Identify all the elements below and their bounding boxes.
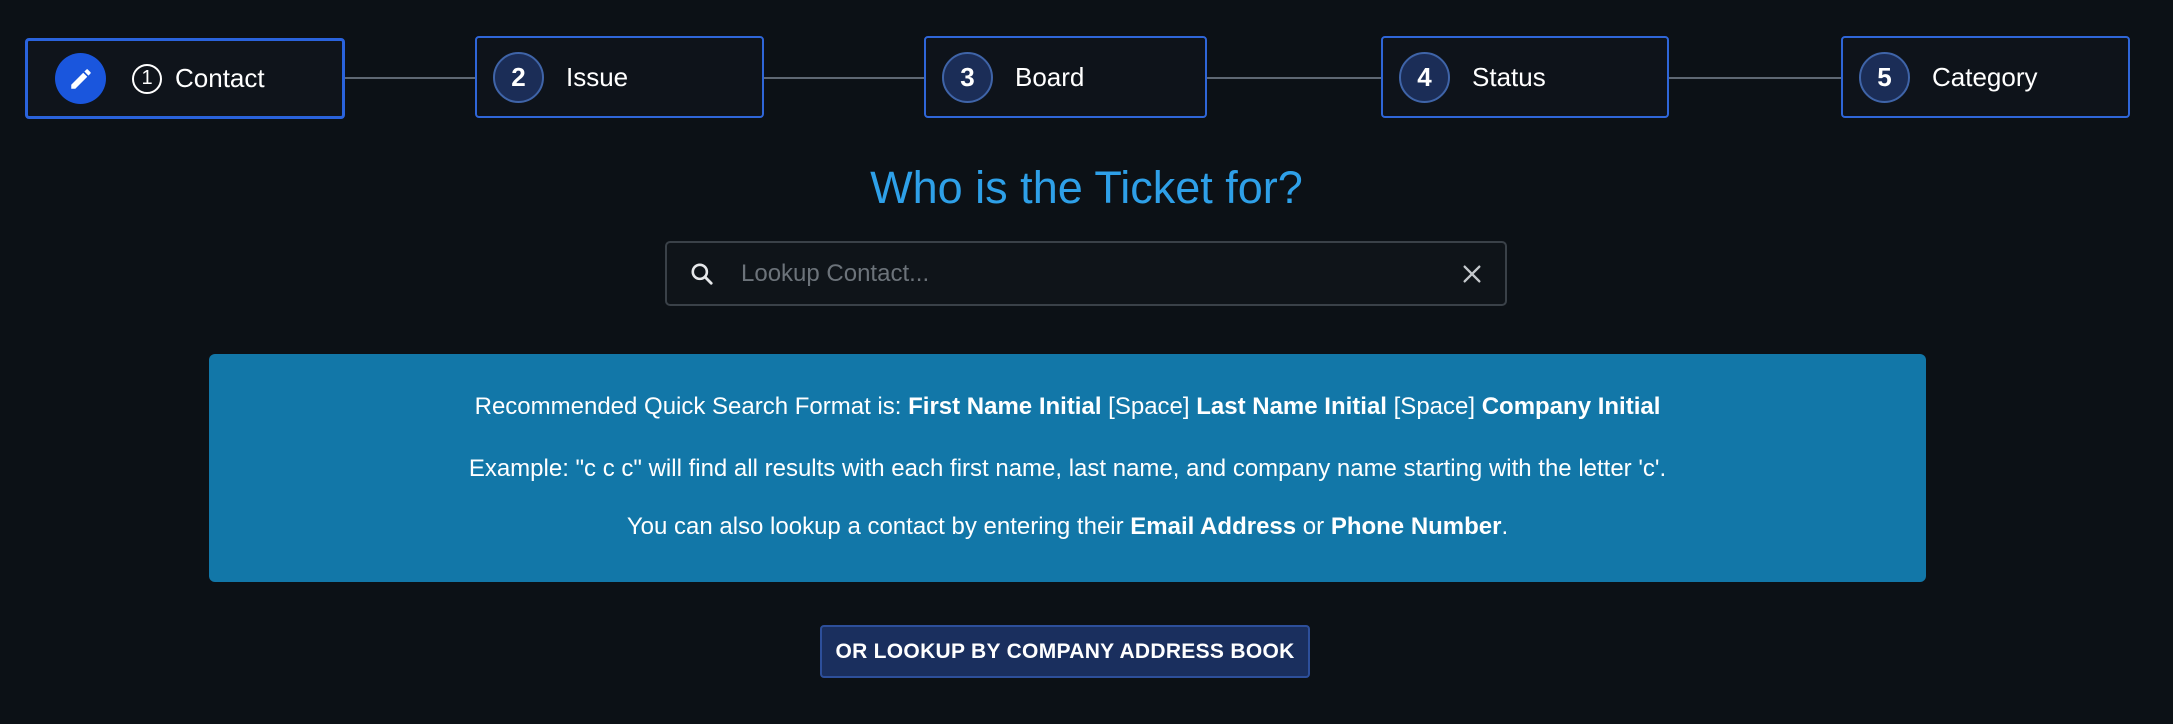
search-icon (687, 259, 717, 289)
step-label: Status (1472, 61, 1546, 92)
step-number: 1 (132, 63, 162, 94)
close-icon[interactable] (1457, 259, 1487, 289)
step-number: 5 (1859, 51, 1910, 103)
space-separator: [Space] (1101, 393, 1197, 420)
step-label: Issue (566, 61, 629, 92)
step-contact[interactable]: 1 Contact (25, 38, 345, 119)
step-connector (1206, 77, 1382, 79)
step-label: Contact (175, 63, 265, 93)
search-input[interactable] (739, 242, 1457, 305)
or-text: or (1296, 513, 1331, 540)
contact-search (665, 241, 1507, 306)
step-connector (1668, 77, 1842, 79)
step-category[interactable]: 5 Category (1841, 36, 2130, 118)
stepper: 1 Contact 2 Issue 3 Board 4 Status 5 Cat… (0, 0, 2173, 130)
address-book-button[interactable]: OR LOOKUP BY COMPANY ADDRESS BOOK (820, 625, 1310, 678)
company-initial: Company Initial (1481, 393, 1661, 420)
step-status[interactable]: 4 Status (1381, 36, 1669, 118)
phone-number-text: Phone Number (1330, 513, 1502, 540)
step-number: 3 (942, 51, 993, 103)
step-issue[interactable]: 2 Issue (475, 36, 764, 118)
alt-lookup-prefix: You can also lookup a contact by enterin… (626, 513, 1131, 540)
last-name-initial: Last Name Initial (1196, 393, 1387, 420)
step-number: 4 (1399, 51, 1450, 103)
step-connector (344, 77, 477, 79)
search-format-line: Recommended Quick Search Format is: Firs… (209, 393, 1926, 421)
period-text: . (1501, 513, 1509, 540)
step-board[interactable]: 3 Board (924, 36, 1207, 118)
pencil-icon (55, 53, 106, 104)
step-number: 2 (493, 51, 544, 103)
search-example-line: Example: "c c c" will find all results w… (468, 455, 1667, 482)
step-connector (763, 77, 925, 79)
search-format-prefix: Recommended Quick Search Format is: (474, 393, 909, 420)
first-name-initial: First Name Initial (908, 393, 1102, 420)
alt-lookup-line: You can also lookup a contact by enterin… (209, 513, 1926, 541)
space-separator: [Space] (1386, 393, 1482, 420)
search-help-box: Recommended Quick Search Format is: Firs… (209, 354, 1926, 582)
step-label: Board (1015, 61, 1085, 92)
step-label: Category (1932, 61, 2038, 92)
page-title: Who is the Ticket for? (870, 162, 1303, 213)
email-address-text: Email Address (1130, 513, 1297, 540)
